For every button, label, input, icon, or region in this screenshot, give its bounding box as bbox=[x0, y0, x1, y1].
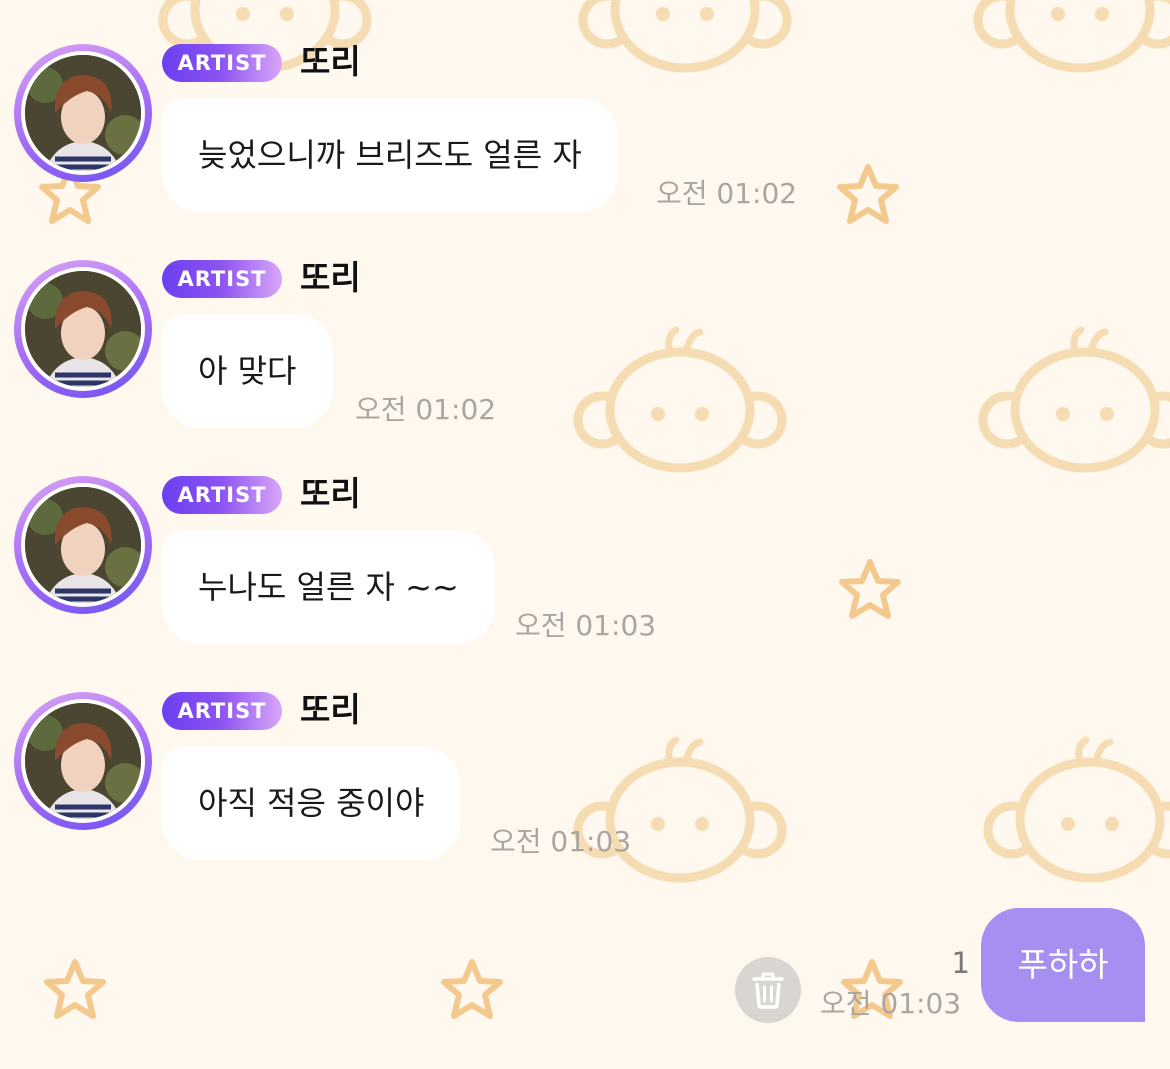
artist-badge: ARTIST bbox=[162, 476, 282, 514]
delete-message-button[interactable] bbox=[735, 957, 801, 1023]
artist-badge: ARTIST bbox=[162, 260, 282, 298]
profile-photo bbox=[25, 55, 141, 171]
my-message-time: 오전 01:03 bbox=[820, 987, 962, 1020]
sender-name: 또리 bbox=[300, 474, 361, 513]
message-time: 오전 01:02 bbox=[355, 393, 497, 426]
trash-icon bbox=[752, 972, 784, 1009]
profile-photo bbox=[25, 487, 141, 603]
message-bubble[interactable]: 아직 적응 중이야 bbox=[162, 746, 461, 860]
monkey-face-icon bbox=[978, 0, 1170, 68]
star-icon bbox=[842, 562, 898, 616]
monkey-face-icon bbox=[578, 330, 782, 468]
message-bubble[interactable]: 늦었으니까 브리즈도 얼른 자 bbox=[162, 98, 618, 212]
avatar[interactable] bbox=[14, 476, 152, 614]
message-time: 오전 01:02 bbox=[656, 177, 798, 210]
star-icon bbox=[47, 962, 103, 1016]
artist-badge: ARTIST bbox=[162, 692, 282, 730]
unread-count: 1 bbox=[951, 946, 970, 980]
sender-name: 또리 bbox=[300, 42, 361, 81]
monkey-face-icon bbox=[983, 330, 1170, 468]
message-time: 오전 01:03 bbox=[490, 825, 632, 858]
sender-name: 또리 bbox=[300, 690, 361, 729]
profile-photo bbox=[25, 703, 141, 819]
my-message-bubble[interactable]: 푸하하 bbox=[981, 908, 1145, 1022]
sender-name: 또리 bbox=[300, 258, 361, 297]
star-icon bbox=[444, 962, 500, 1016]
message-bubble[interactable]: 아 맞다 bbox=[162, 314, 333, 428]
artist-badge: ARTIST bbox=[162, 44, 282, 82]
profile-photo bbox=[25, 271, 141, 387]
avatar[interactable] bbox=[14, 260, 152, 398]
message-time: 오전 01:03 bbox=[515, 609, 657, 642]
star-icon bbox=[840, 167, 896, 221]
message-bubble[interactable]: 누나도 얼른 자 ~~ bbox=[162, 530, 495, 644]
monkey-face-icon bbox=[988, 740, 1170, 878]
monkey-face-icon bbox=[583, 0, 787, 68]
avatar[interactable] bbox=[14, 44, 152, 182]
avatar[interactable] bbox=[14, 692, 152, 830]
